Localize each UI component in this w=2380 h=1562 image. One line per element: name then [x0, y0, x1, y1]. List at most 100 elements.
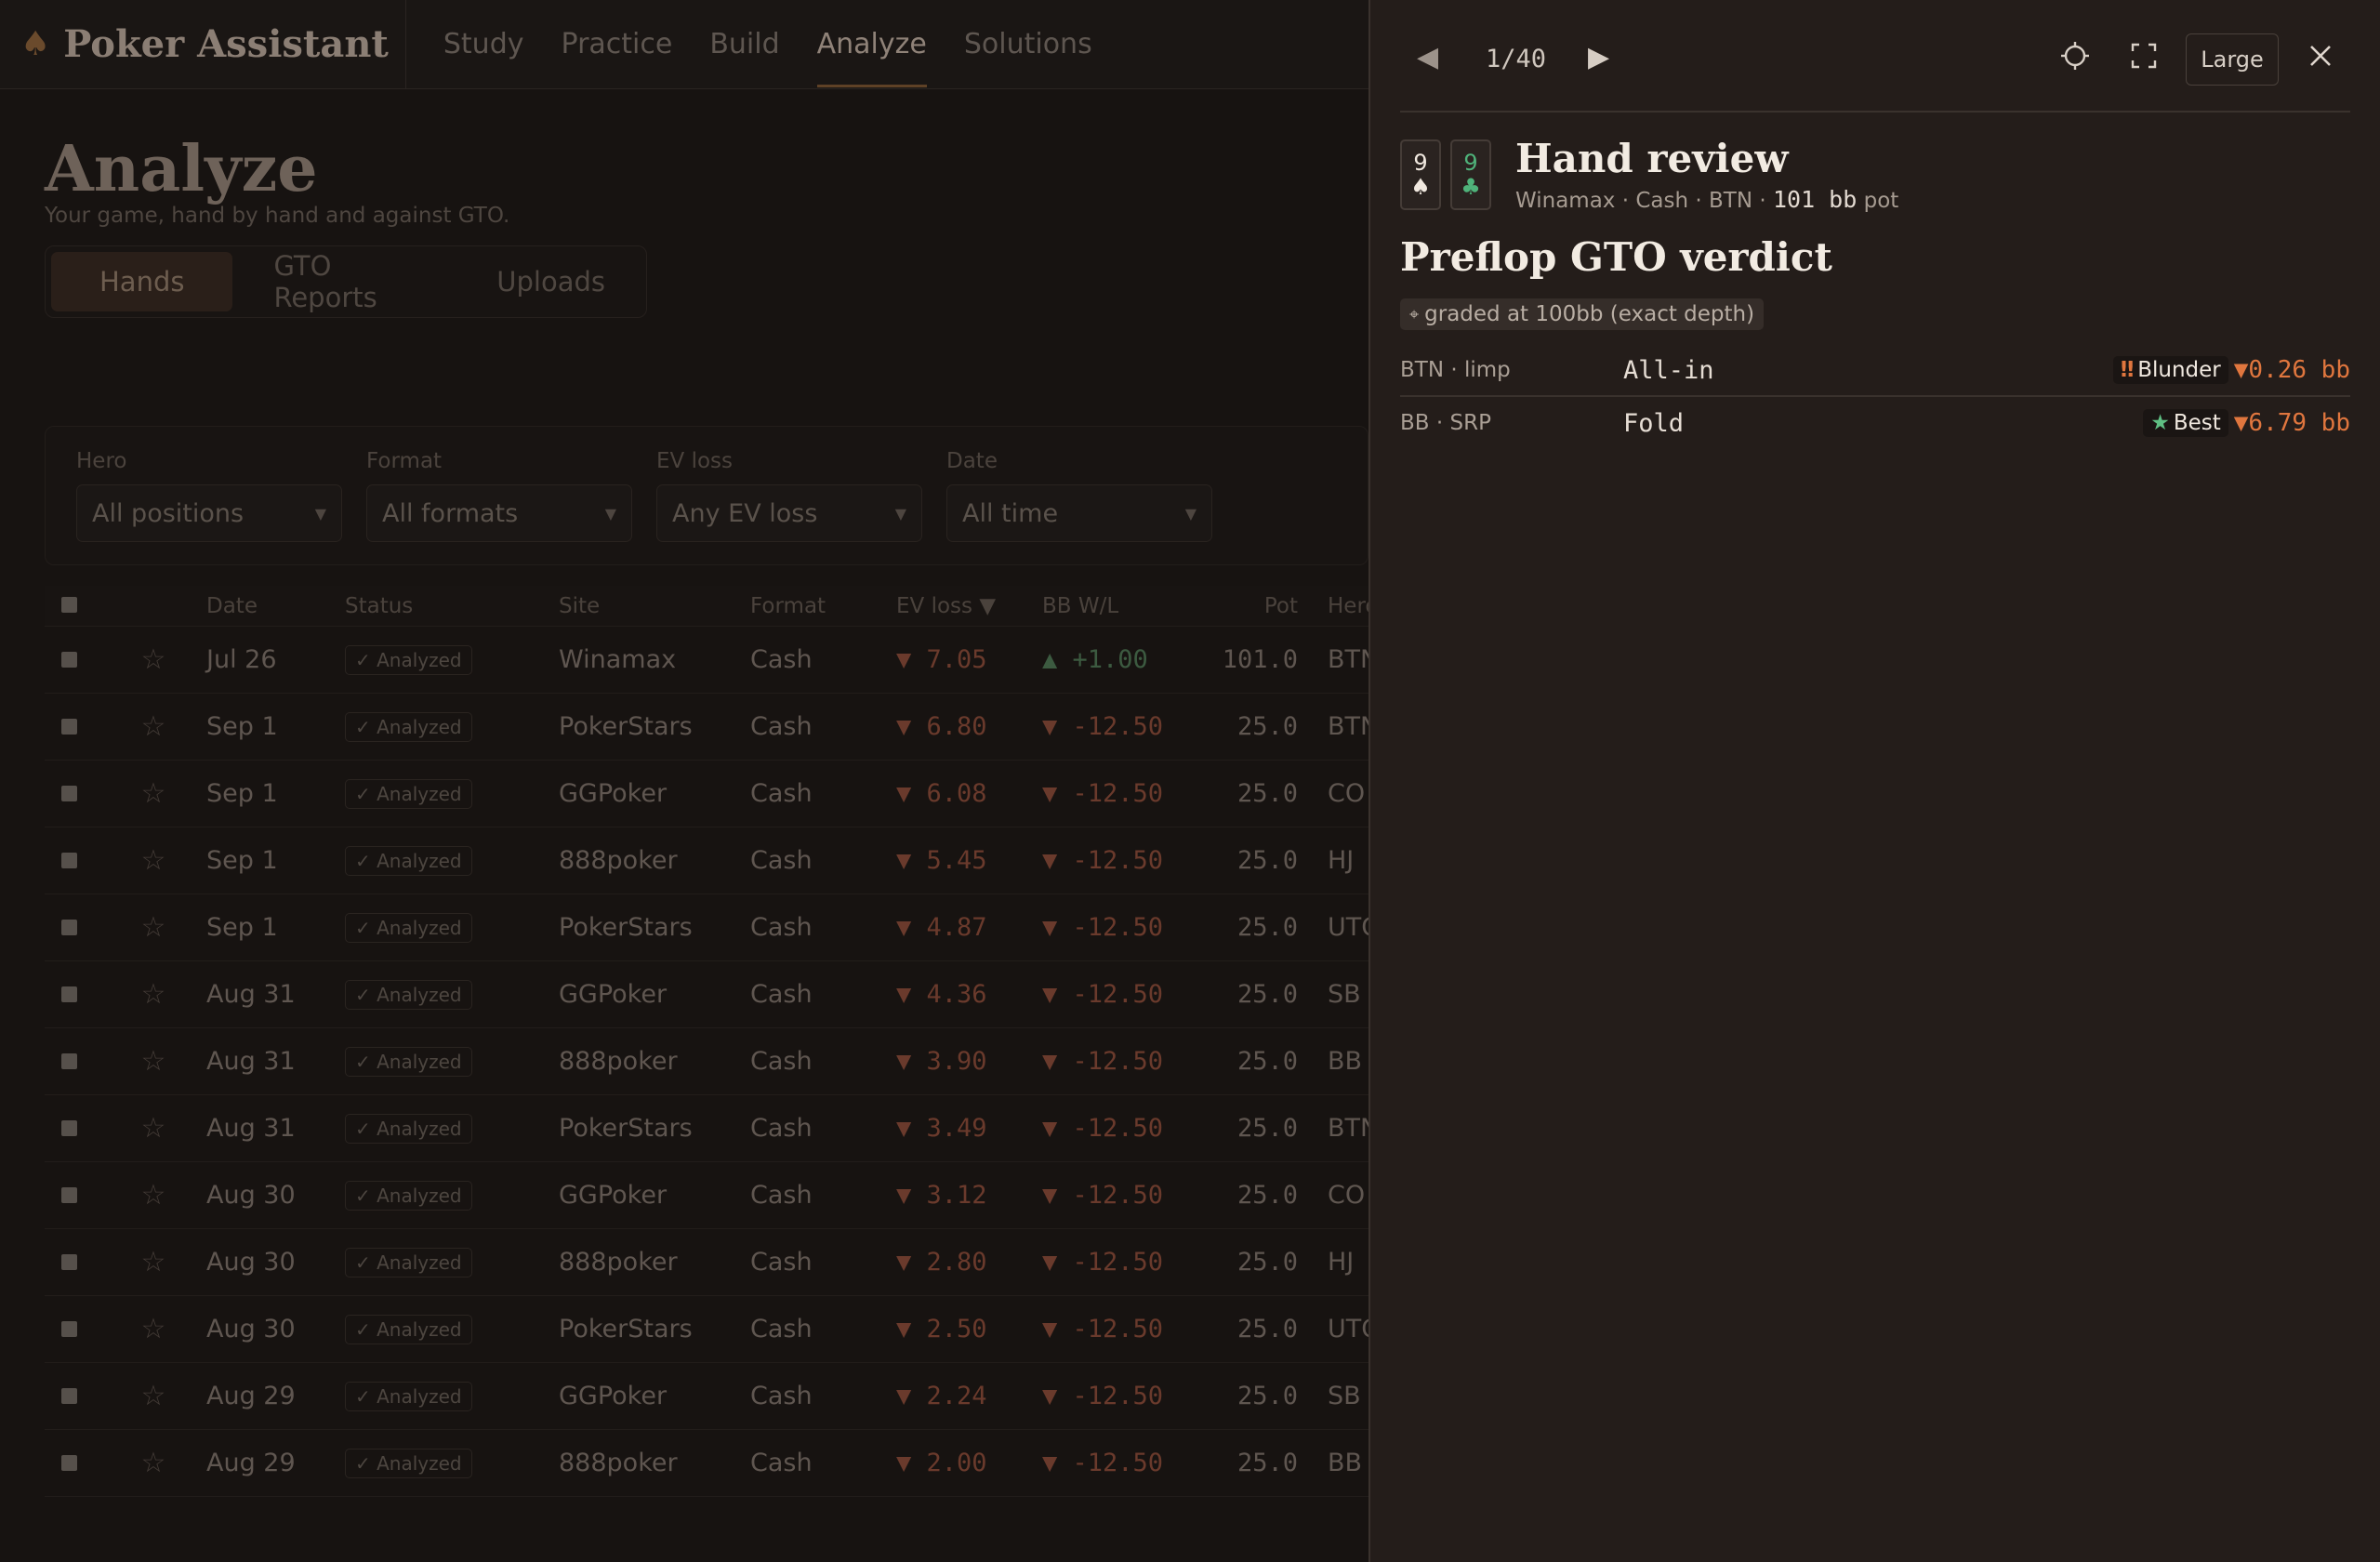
row-pot: 101.0: [1222, 645, 1298, 674]
star-icon[interactable]: ☆: [100, 1380, 206, 1412]
row-format: Cash: [750, 1047, 813, 1076]
nav-analyze[interactable]: Analyze: [816, 0, 928, 89]
row-hero: BB: [1328, 1449, 1363, 1477]
analyze-page: ♠ Poker Assistant Study Practice Build A…: [0, 0, 1382, 1562]
row-checkbox[interactable]: [45, 1114, 100, 1143]
row-pot: 25.0: [1236, 779, 1298, 808]
star-icon[interactable]: ☆: [100, 643, 206, 676]
status-label: ✓ Analyzed: [345, 645, 472, 675]
star-icon[interactable]: ☆: [100, 1112, 206, 1145]
col-pot[interactable]: Pot: [1188, 594, 1298, 618]
top-nav: ♠ Poker Assistant Study Practice Build A…: [0, 0, 1368, 89]
row-checkbox[interactable]: [45, 913, 100, 942]
row-checkbox[interactable]: [45, 980, 100, 1009]
table-row[interactable]: ☆ Jul 26 ✓ Analyzed Winamax Cash ▼ 7.05 ▲ +1.0…: [45, 627, 1379, 694]
row-site: Winamax: [559, 645, 677, 674]
row-bb-wl: ▼ -12.50: [1042, 1449, 1164, 1477]
row-site: 888poker: [559, 846, 678, 875]
row-format: Cash: [750, 1248, 813, 1277]
star-icon[interactable]: ☆: [100, 1447, 206, 1479]
row-checkbox[interactable]: [45, 779, 100, 808]
nav-study[interactable]: Study: [443, 0, 524, 89]
next-hand-button[interactable]: ▶: [1588, 41, 1609, 73]
col-ev-loss[interactable]: EV loss ▼: [896, 594, 1042, 618]
row-bb-wl: ▼ -12.50: [1042, 846, 1164, 875]
hand-meta: Winamax · Cash · BTN · 101 bb pot: [1515, 186, 1898, 213]
star-icon[interactable]: ☆: [100, 844, 206, 877]
star-icon[interactable]: ☆: [100, 710, 206, 743]
table-row[interactable]: ☆ Aug 30 ✓ Analyzed 888poker Cash ▼ 2.80 ▼ -12…: [45, 1229, 1368, 1296]
col-bb-wl[interactable]: BB W/L: [1042, 594, 1188, 618]
row-date: Sep 1: [206, 779, 278, 808]
verdict-row[interactable]: BB · SRP Fold ★ Best ▼6.79 bb: [1400, 397, 2350, 449]
table-row[interactable]: ☆ Aug 29 ✓ Analyzed GGPoker Cash ▼ 2.24 ▼ -12.…: [45, 1363, 1368, 1430]
row-checkbox[interactable]: [45, 1315, 100, 1344]
table-row[interactable]: ☆ Sep 1 ✓ Analyzed GGPoker Cash ▼ 6.08 ▼ -12.5…: [45, 761, 1368, 827]
locate-button[interactable]: [2056, 37, 2094, 74]
nav-solutions[interactable]: Solutions: [964, 0, 1092, 89]
hero-select[interactable]: All positions ▼: [76, 484, 342, 542]
star-icon[interactable]: ☆: [100, 1045, 206, 1078]
select-all-checkbox[interactable]: [45, 594, 100, 618]
col-format[interactable]: Format: [750, 594, 896, 618]
status-label: ✓ Analyzed: [345, 913, 472, 943]
blunder-badge: ‼ Blunder: [2112, 356, 2228, 384]
star-icon[interactable]: ☆: [100, 777, 206, 810]
star-icon[interactable]: ☆: [100, 911, 206, 944]
table-row[interactable]: ☆ Aug 31 ✓ Analyzed GGPoker Cash ▼ 4.36 ▼ -12.…: [45, 961, 1368, 1028]
table-row[interactable]: ☆ Sep 1 ✓ Analyzed 888poker Cash ▼ 5.45 ▼ -12.…: [45, 827, 1368, 894]
row-checkbox[interactable]: [45, 1181, 100, 1210]
row-format: Cash: [750, 1315, 813, 1344]
star-icon[interactable]: ☆: [100, 978, 206, 1011]
col-hero[interactable]: Hero: [1298, 594, 1378, 618]
row-checkbox[interactable]: [45, 645, 100, 674]
tab-uploads[interactable]: Uploads: [461, 252, 641, 311]
expand-icon: [2131, 43, 2157, 69]
close-drawer-button[interactable]: [2302, 37, 2339, 74]
col-status[interactable]: Status: [345, 594, 559, 618]
ev-loss-select[interactable]: Any EV loss ▼: [656, 484, 922, 542]
row-hero: CO: [1328, 1181, 1366, 1210]
nav-build[interactable]: Build: [709, 0, 779, 89]
table-row[interactable]: ☆ Aug 30 ✓ Analyzed PokerStars Cash ▼ 2.50 ▼ -…: [45, 1296, 1381, 1363]
row-site: GGPoker: [559, 980, 668, 1009]
tab-gto-reports[interactable]: GTO Reports: [238, 250, 456, 313]
tab-hands[interactable]: Hands: [51, 252, 233, 311]
row-pot: 25.0: [1236, 1047, 1298, 1076]
status-badge: ✓ Analyzed: [345, 1448, 559, 1478]
date-select[interactable]: All time ▼: [946, 484, 1212, 542]
table-row[interactable]: ☆ Sep 1 ✓ Analyzed PokerStars Cash ▼ 4.87 ▼ -1…: [45, 894, 1382, 961]
table-row[interactable]: ☆ Aug 31 ✓ Analyzed 888poker Cash ▼ 3.90 ▼ -12…: [45, 1028, 1368, 1095]
col-site[interactable]: Site: [559, 594, 750, 618]
star-icon[interactable]: ☆: [100, 1246, 206, 1278]
star-icon[interactable]: ☆: [100, 1179, 206, 1211]
app-logo[interactable]: ♠ Poker Assistant: [20, 0, 406, 89]
table-row[interactable]: ☆ Aug 30 ✓ Analyzed GGPoker Cash ▼ 3.12 ▼ -12.…: [45, 1162, 1368, 1229]
row-site: PokerStars: [559, 1114, 693, 1143]
row-bb-wl: ▼ -12.50: [1042, 712, 1164, 741]
row-checkbox[interactable]: [45, 846, 100, 875]
col-date[interactable]: Date: [206, 594, 345, 618]
row-checkbox[interactable]: [45, 1382, 100, 1410]
blunder-icon: ‼: [2120, 358, 2135, 382]
format-select[interactable]: All formats ▼: [366, 484, 632, 542]
row-hero: UTG: [1328, 913, 1382, 942]
row-ev-loss: ▼ 2.80: [896, 1248, 987, 1277]
hand-meta-suffix: pot: [1857, 189, 1899, 213]
row-checkbox[interactable]: [45, 1449, 100, 1477]
star-icon[interactable]: ☆: [100, 1313, 206, 1345]
row-site: 888poker: [559, 1047, 678, 1076]
row-checkbox[interactable]: [45, 1248, 100, 1277]
verdict-row[interactable]: BTN · limp All-in ‼ Blunder ▼0.26 bb: [1400, 345, 2350, 397]
row-checkbox[interactable]: [45, 712, 100, 741]
table-row[interactable]: ☆ Aug 31 ✓ Analyzed PokerStars Cash ▼ 3.49 ▼ -…: [45, 1095, 1379, 1162]
hand-review-title: Hand review: [1515, 136, 1789, 181]
nav-practice[interactable]: Practice: [562, 0, 673, 89]
fullscreen-button[interactable]: [2125, 37, 2162, 74]
row-checkbox[interactable]: [45, 1047, 100, 1076]
size-toggle-button[interactable]: Large: [2186, 33, 2279, 86]
table-row[interactable]: ☆ Aug 29 ✓ Analyzed 888poker Cash ▼ 2.00 ▼ -12…: [45, 1430, 1368, 1497]
table-body: ☆ Jul 26 ✓ Analyzed Winamax Cash ▼ 7.05 ▲ +1.0…: [45, 627, 1382, 1497]
prev-hand-button[interactable]: ◀: [1417, 41, 1438, 73]
table-row[interactable]: ☆ Sep 1 ✓ Analyzed PokerStars Cash ▼ 6.80 ▼ -1…: [45, 694, 1379, 761]
